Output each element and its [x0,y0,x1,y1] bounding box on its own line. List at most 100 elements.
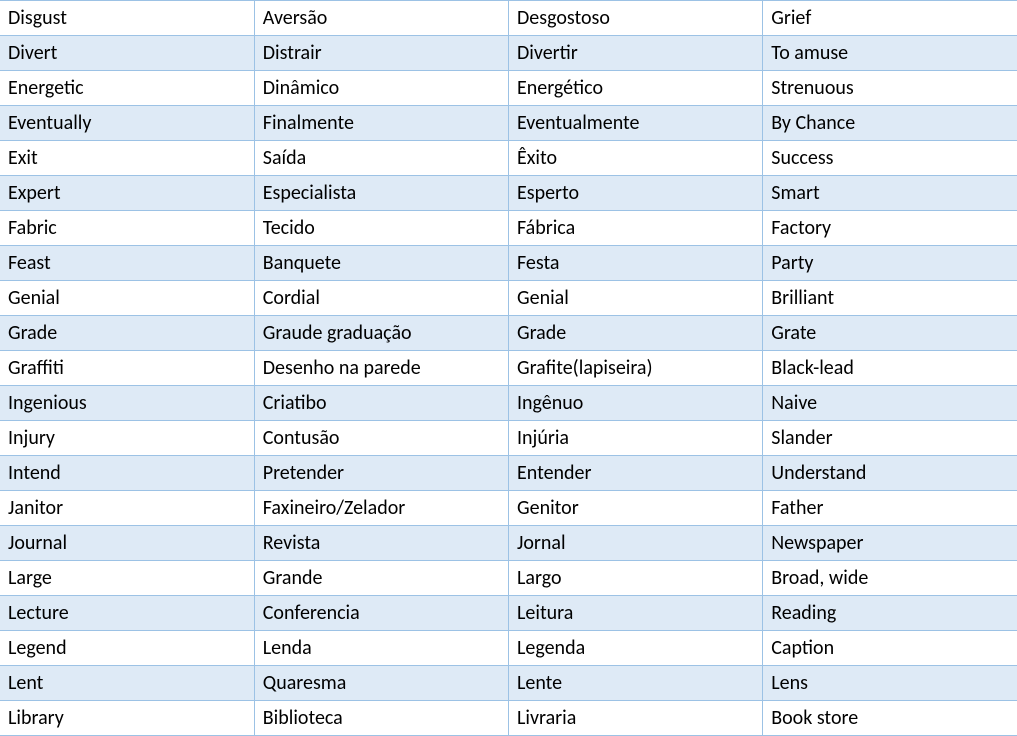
table-cell: Grade [509,316,763,351]
table-cell: Ingênuo [509,386,763,421]
table-row: GraffitiDesenho na paredeGrafite(lapisei… [0,351,1017,386]
table-cell: Newspaper [763,526,1017,561]
table-cell: To amuse [763,36,1017,71]
table-cell: Lente [509,666,763,701]
table-cell: Divertir [509,36,763,71]
table-cell: Naive [763,386,1017,421]
table-cell: Exit [0,141,254,176]
table-cell: Quaresma [254,666,508,701]
table-row: GenialCordialGenialBrilliant [0,281,1017,316]
table-row: JanitorFaxineiro/ZeladorGenitorFather [0,491,1017,526]
table-row: ExpertEspecialistaEspertoSmart [0,176,1017,211]
table-cell: Jornal [509,526,763,561]
table-row: IntendPretenderEntenderUnderstand [0,456,1017,491]
table-row: LibraryBibliotecaLivrariaBook store [0,701,1017,736]
table-cell: Tecido [254,211,508,246]
table-row: FeastBanqueteFestaParty [0,246,1017,281]
table-row: IngeniousCriatiboIngênuoNaive [0,386,1017,421]
table-cell: Success [763,141,1017,176]
table-cell: Grief [763,1,1017,36]
table-body: DisgustAversãoDesgostosoGriefDivertDistr… [0,1,1017,736]
table-cell: Expert [0,176,254,211]
table-cell: Saída [254,141,508,176]
table-cell: Legenda [509,631,763,666]
table-cell: Finalmente [254,106,508,141]
table-row: LentQuaresmaLenteLens [0,666,1017,701]
table-cell: Factory [763,211,1017,246]
table-cell: Legend [0,631,254,666]
table-cell: Feast [0,246,254,281]
table-cell: Livraria [509,701,763,736]
table-row: DisgustAversãoDesgostosoGrief [0,1,1017,36]
table-row: ExitSaídaÊxitoSuccess [0,141,1017,176]
table-cell: Largo [509,561,763,596]
table-cell: Lecture [0,596,254,631]
table-cell: Strenuous [763,71,1017,106]
table-cell: Janitor [0,491,254,526]
table-cell: Disgust [0,1,254,36]
table-row: FabricTecidoFábricaFactory [0,211,1017,246]
table-cell: Dinâmico [254,71,508,106]
table-cell: By Chance [763,106,1017,141]
table-cell: Black-lead [763,351,1017,386]
table-cell: Journal [0,526,254,561]
table-cell: Genial [509,281,763,316]
vocabulary-table: DisgustAversãoDesgostosoGriefDivertDistr… [0,0,1017,736]
table-cell: Smart [763,176,1017,211]
table-cell: Book store [763,701,1017,736]
table-cell: Eventually [0,106,254,141]
table-cell: Desenho na parede [254,351,508,386]
table-cell: Father [763,491,1017,526]
vocabulary-table-container: DisgustAversãoDesgostosoGriefDivertDistr… [0,0,1017,736]
table-cell: Genitor [509,491,763,526]
table-cell: Lenda [254,631,508,666]
table-cell: Banquete [254,246,508,281]
table-row: JournalRevistaJornalNewspaper [0,526,1017,561]
table-row: EventuallyFinalmenteEventualmenteBy Chan… [0,106,1017,141]
table-cell: Energético [509,71,763,106]
table-cell: Graude graduação [254,316,508,351]
table-cell: Lens [763,666,1017,701]
table-cell: Festa [509,246,763,281]
table-cell: Energetic [0,71,254,106]
table-cell: Conferencia [254,596,508,631]
table-cell: Grate [763,316,1017,351]
table-cell: Intend [0,456,254,491]
table-cell: Revista [254,526,508,561]
table-cell: Divert [0,36,254,71]
table-cell: Party [763,246,1017,281]
table-cell: Contusão [254,421,508,456]
table-cell: Caption [763,631,1017,666]
table-cell: Fabric [0,211,254,246]
table-cell: Aversão [254,1,508,36]
table-cell: Broad, wide [763,561,1017,596]
table-cell: Entender [509,456,763,491]
table-row: GradeGraude graduaçãoGradeGrate [0,316,1017,351]
table-cell: Genial [0,281,254,316]
table-cell: Grafite(lapiseira) [509,351,763,386]
table-cell: Faxineiro/Zelador [254,491,508,526]
table-row: InjuryContusãoInjúriaSlander [0,421,1017,456]
table-cell: Cordial [254,281,508,316]
table-cell: Grande [254,561,508,596]
table-cell: Ingenious [0,386,254,421]
table-cell: Leitura [509,596,763,631]
table-cell: Understand [763,456,1017,491]
table-cell: Criatibo [254,386,508,421]
table-cell: Lent [0,666,254,701]
table-cell: Grade [0,316,254,351]
table-cell: Slander [763,421,1017,456]
table-row: LargeGrandeLargoBroad, wide [0,561,1017,596]
table-cell: Brilliant [763,281,1017,316]
table-cell: Esperto [509,176,763,211]
table-cell: Injury [0,421,254,456]
table-cell: Desgostoso [509,1,763,36]
table-row: DivertDistrairDivertirTo amuse [0,36,1017,71]
table-cell: Large [0,561,254,596]
table-cell: Graffiti [0,351,254,386]
table-cell: Especialista [254,176,508,211]
table-cell: Êxito [509,141,763,176]
table-cell: Pretender [254,456,508,491]
table-row: EnergeticDinâmicoEnergéticoStrenuous [0,71,1017,106]
table-row: LegendLendaLegendaCaption [0,631,1017,666]
